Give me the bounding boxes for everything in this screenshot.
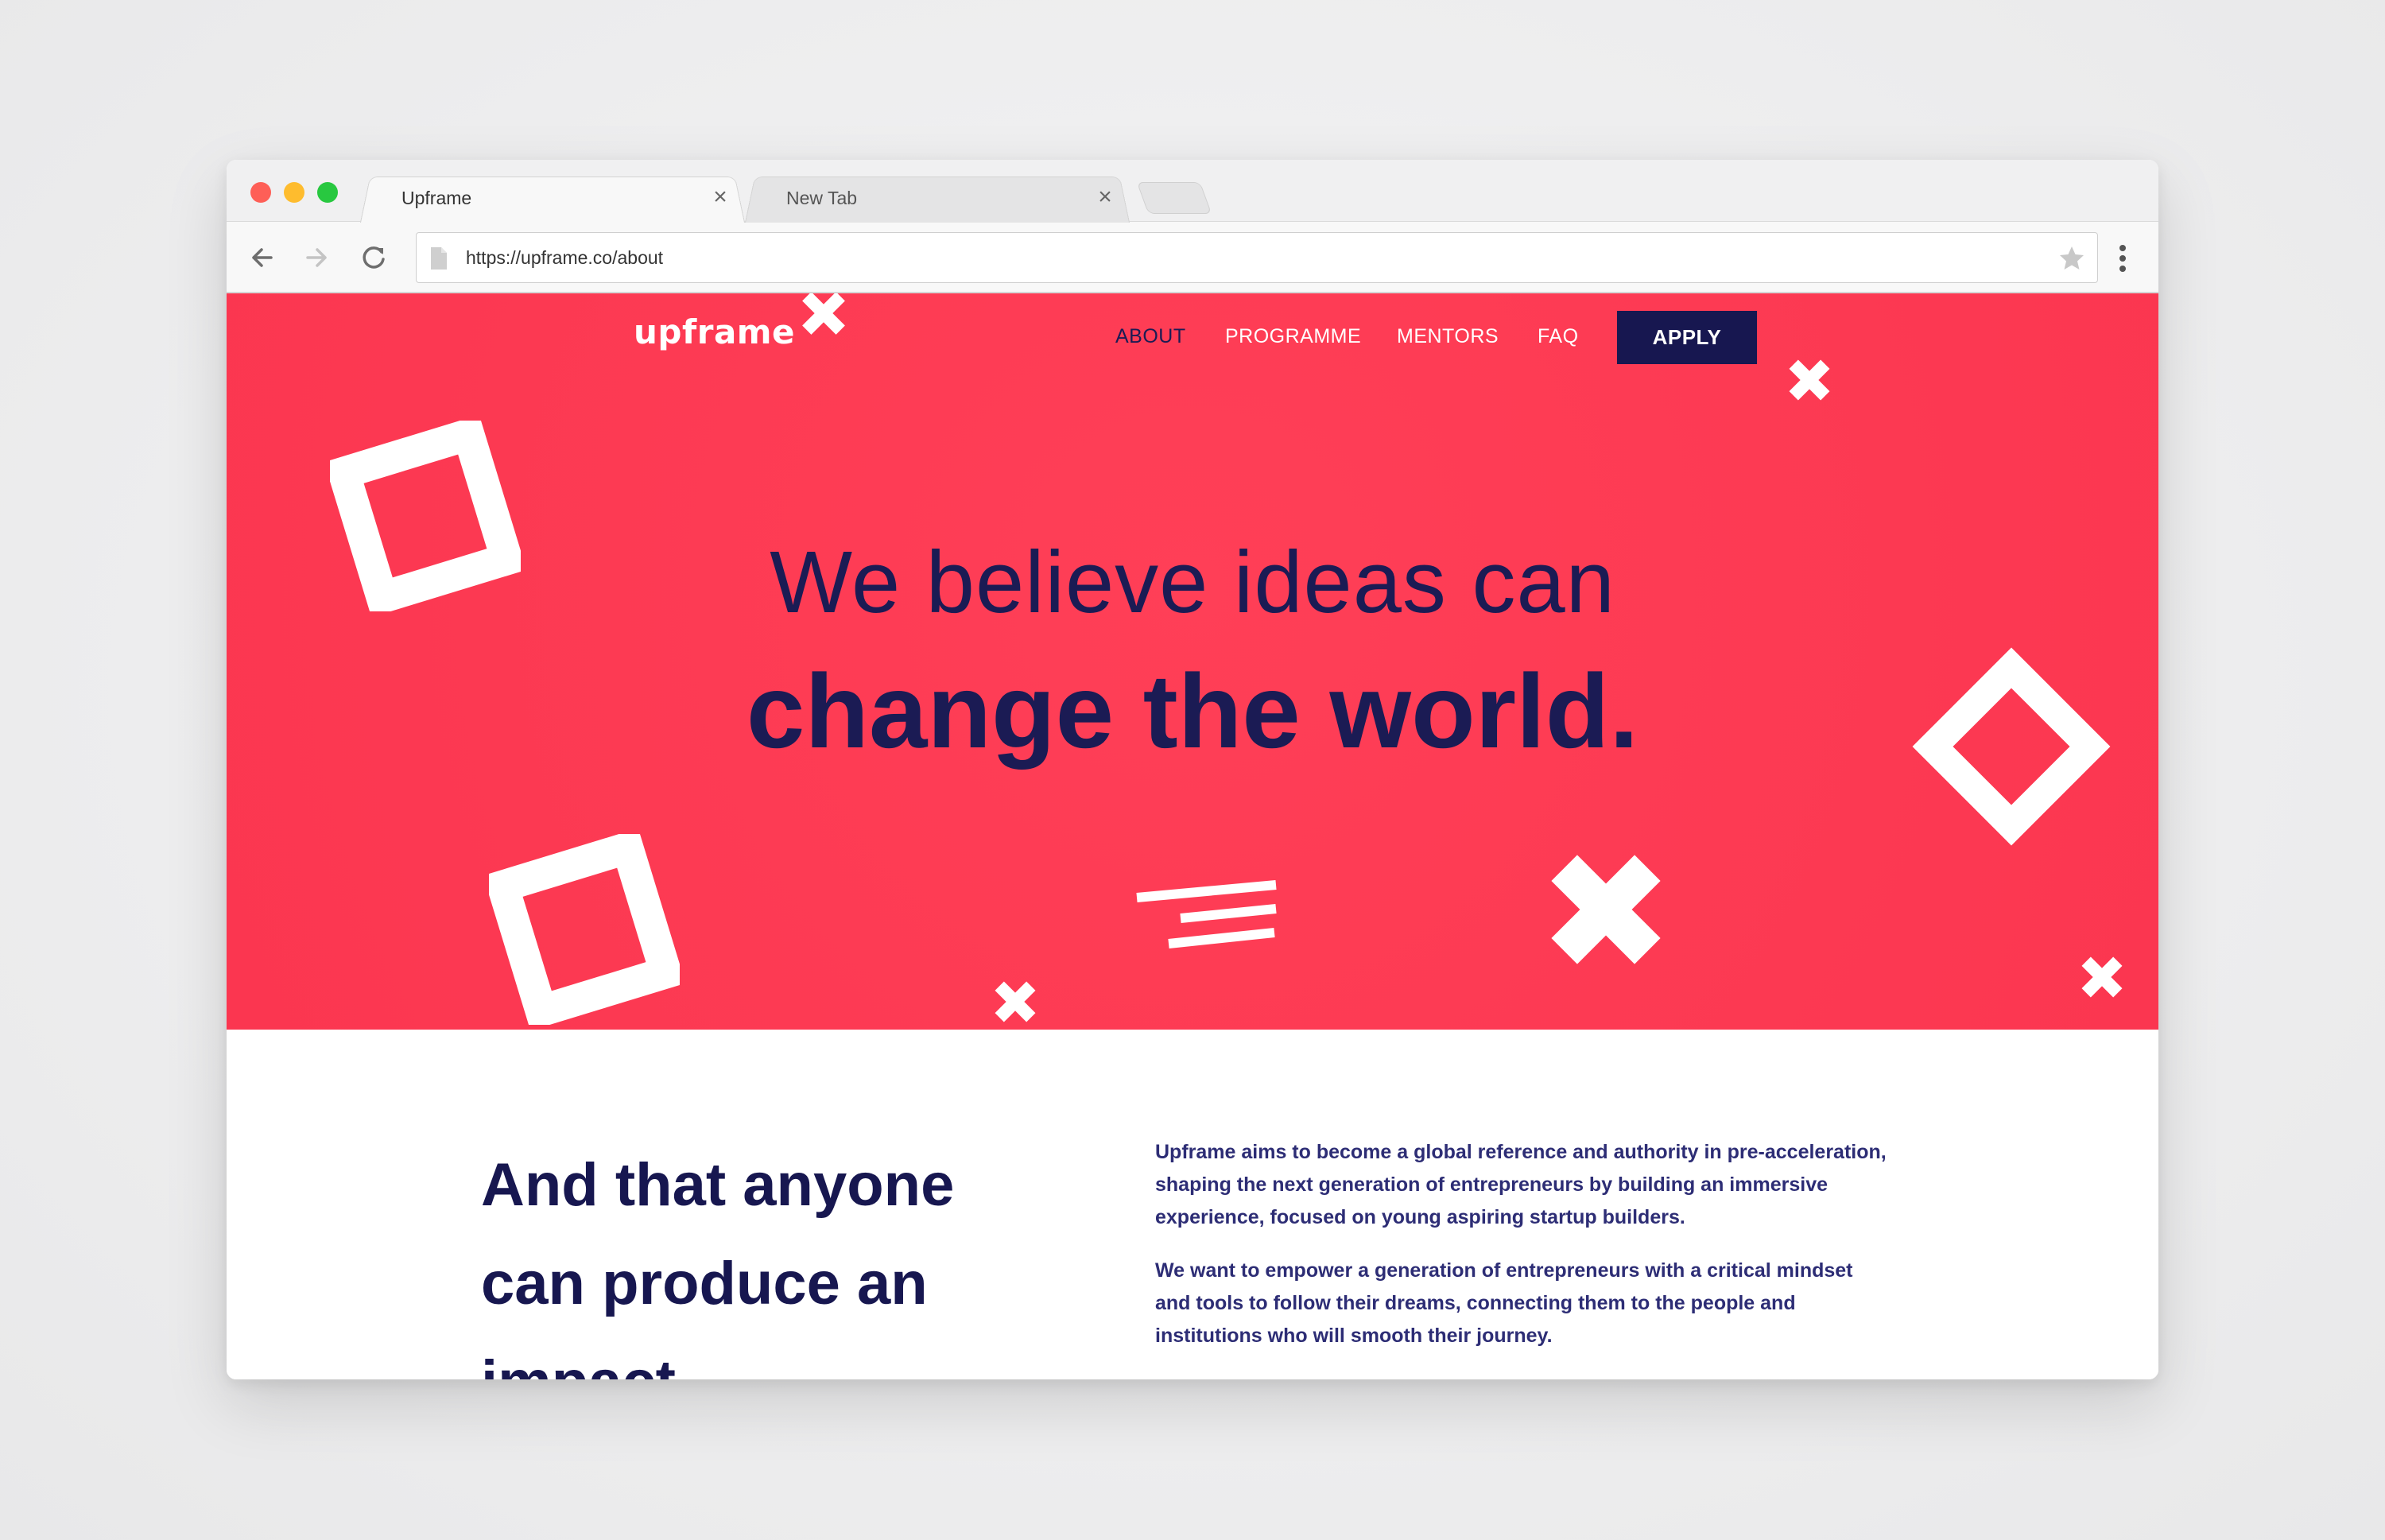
browser-toolbar: https://upframe.co/about xyxy=(227,222,2158,293)
browser-window: Upframe × New Tab × https://upframe.co/a… xyxy=(227,160,2158,1379)
more-vert-icon[interactable] xyxy=(2107,241,2139,276)
tab-strip: Upframe × New Tab × xyxy=(227,160,2158,223)
nav-programme[interactable]: PROGRAMME xyxy=(1225,325,1361,348)
tab-close-icon[interactable]: × xyxy=(1093,174,1117,223)
new-tab-button[interactable] xyxy=(1136,182,1212,214)
cross-decoration xyxy=(2081,956,2123,998)
cross-decoration xyxy=(995,981,1036,1022)
speed-lines-decoration xyxy=(1136,880,1277,948)
back-arrow-icon[interactable] xyxy=(242,238,282,277)
star-icon[interactable] xyxy=(2057,244,2086,273)
apply-button[interactable]: APPLY xyxy=(1617,311,1757,364)
nav-faq[interactable]: FAQ xyxy=(1538,325,1579,348)
square-outline-decoration xyxy=(330,421,521,611)
nav-about[interactable]: ABOUT xyxy=(1115,325,1186,348)
minimize-window-button[interactable] xyxy=(284,182,304,203)
tab-label: New Tab xyxy=(786,188,858,208)
about-heading: And that anyone can produce an impact xyxy=(481,1151,955,1379)
desktop-background: Upframe × New Tab × https://upframe.co/a… xyxy=(0,0,2385,1540)
address-bar[interactable]: https://upframe.co/about xyxy=(416,232,2098,283)
page-icon xyxy=(431,247,447,270)
url-text: https://upframe.co/about xyxy=(466,247,664,268)
tab-upframe[interactable]: Upframe × xyxy=(360,174,745,223)
site-nav: ABOUT PROGRAMME MENTORS FAQ xyxy=(227,325,2158,357)
web-page: upframe ABOUT PROGRAMME MENTORS FAQ APPL… xyxy=(227,293,2158,1379)
cross-decoration xyxy=(1789,359,1830,401)
forward-arrow-icon[interactable] xyxy=(297,238,336,277)
about-paragraph-1: Upframe aims to become a global referenc… xyxy=(1155,1141,1887,1228)
hero-section: upframe ABOUT PROGRAMME MENTORS FAQ APPL… xyxy=(227,293,2158,1030)
reload-icon[interactable] xyxy=(354,238,394,277)
tab-new-tab[interactable]: New Tab × xyxy=(745,174,1130,223)
nav-mentors[interactable]: MENTORS xyxy=(1397,325,1499,348)
about-paragraph-2: We want to empower a generation of entre… xyxy=(1155,1259,1853,1347)
cross-decoration xyxy=(1551,855,1661,964)
hero-headline-line2: change the world. xyxy=(746,653,1639,770)
square-outline-decoration xyxy=(489,834,680,1025)
maximize-window-button[interactable] xyxy=(317,182,338,203)
tab-close-icon[interactable]: × xyxy=(708,174,732,223)
diamond-outline-decoration xyxy=(1912,647,2111,846)
tab-label: Upframe xyxy=(401,188,472,208)
cross-decoration xyxy=(802,293,845,335)
close-window-button[interactable] xyxy=(250,182,271,203)
